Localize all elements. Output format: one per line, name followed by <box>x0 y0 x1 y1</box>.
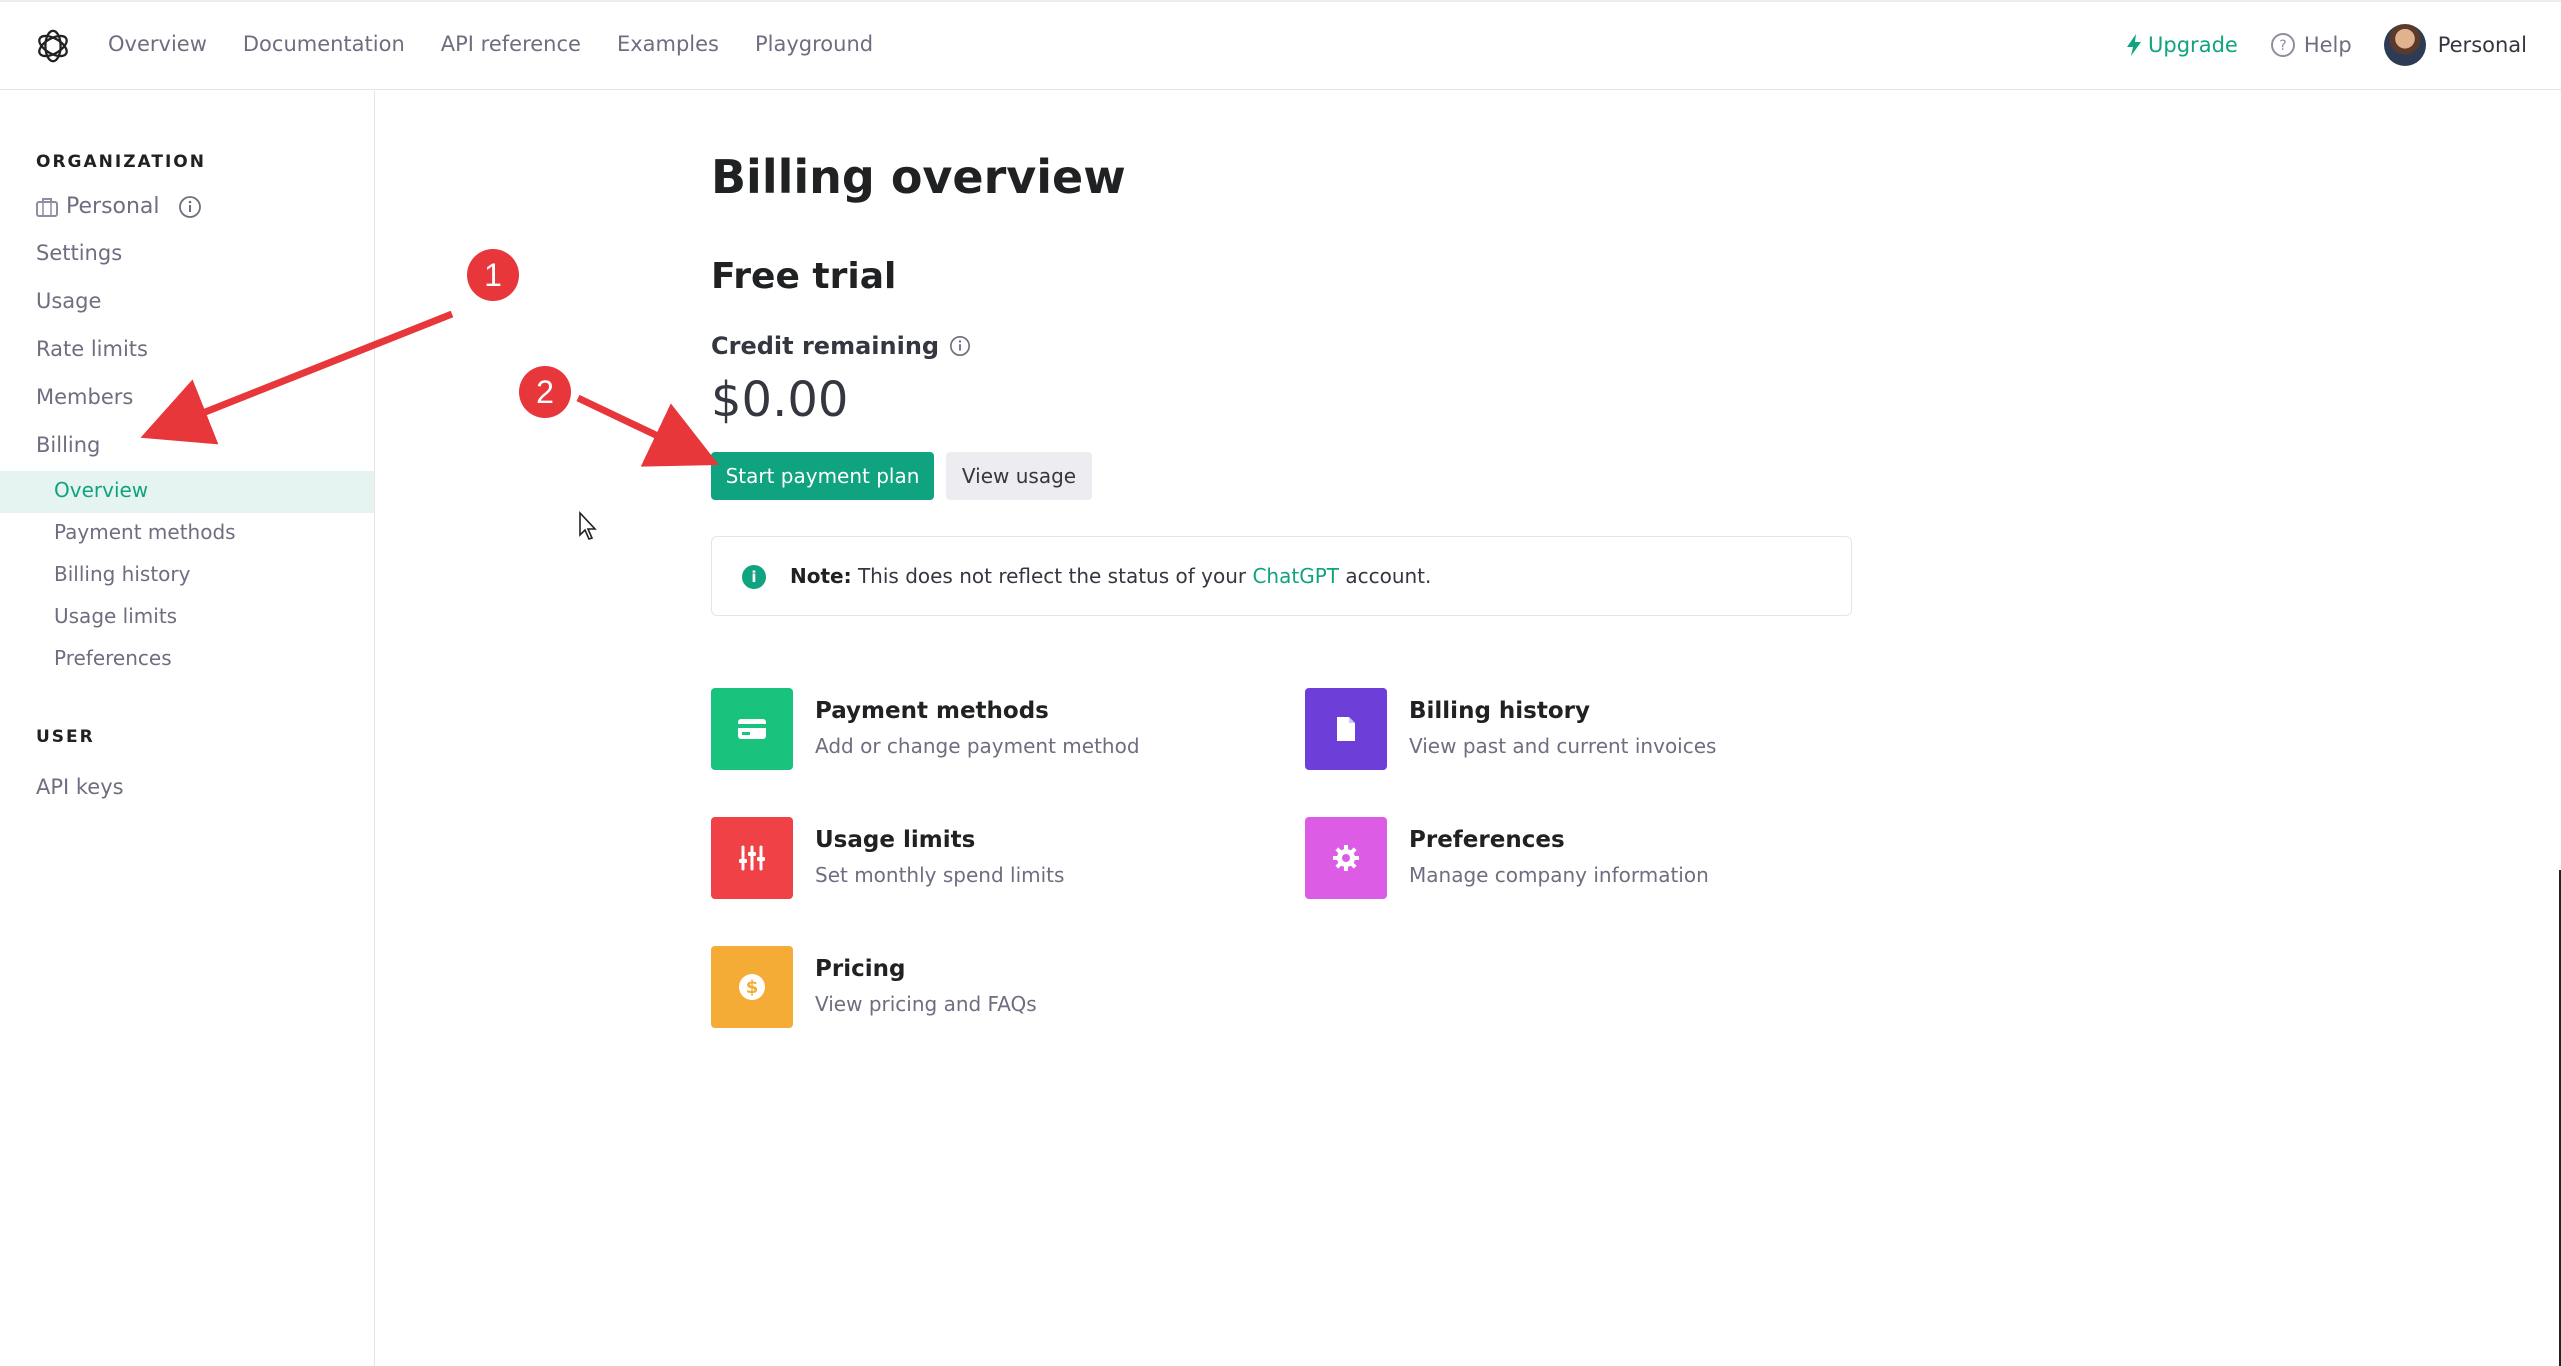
chatgpt-link[interactable]: ChatGPT <box>1252 564 1339 588</box>
main-nav: Overview Documentation API reference Exa… <box>108 32 873 56</box>
note-text-before: This does not reflect the status of your <box>857 564 1247 588</box>
card-pricing[interactable]: $ Pricing View pricing and FAQs <box>711 946 1271 1030</box>
sidebar-section-organization: ORGANIZATION <box>36 152 206 172</box>
svg-text:?: ? <box>2279 38 2286 54</box>
sidebar-subitem-billing-history[interactable]: Billing history <box>54 562 190 586</box>
card-title: Payment methods <box>815 698 1049 724</box>
sidebar: ORGANIZATION Personal Settings Usage Rat… <box>0 91 375 1366</box>
annotation-arrows <box>140 310 719 467</box>
card-payment-methods[interactable]: Payment methods Add or change payment me… <box>711 688 1271 772</box>
gear-icon <box>1305 817 1387 899</box>
top-navigation-bar: Overview Documentation API reference Exa… <box>0 0 2561 90</box>
document-icon <box>1305 688 1387 770</box>
note-banner: i Note: This does not reflect the status… <box>711 536 1852 616</box>
card-title: Preferences <box>1409 827 1565 853</box>
card-description: View pricing and FAQs <box>815 992 1037 1016</box>
account-menu[interactable]: Personal <box>2383 24 2527 66</box>
dollar-icon: $ <box>711 946 793 1028</box>
card-billing-history[interactable]: Billing history View past and current in… <box>1305 688 1865 772</box>
sidebar-item-usage[interactable]: Usage <box>36 289 101 313</box>
annotation-badge-1: 1 <box>467 249 519 301</box>
annotation-arrow-2 <box>576 394 719 467</box>
svg-text:$: $ <box>746 977 759 998</box>
nav-examples[interactable]: Examples <box>617 32 719 56</box>
page-title: Billing overview <box>711 150 1126 204</box>
credit-amount: $0.00 <box>711 372 849 428</box>
help-icon: ? <box>2270 33 2295 57</box>
card-description: Set monthly spend limits <box>815 863 1065 887</box>
nav-api-reference[interactable]: API reference <box>441 32 581 56</box>
credit-label-row: Credit remaining <box>711 332 971 360</box>
note-text: Note: This does not reflect the status o… <box>790 564 1431 588</box>
sidebar-subitem-preferences[interactable]: Preferences <box>54 646 172 670</box>
info-filled-icon: i <box>742 565 766 589</box>
help-link[interactable]: ? Help <box>2270 32 2352 58</box>
upgrade-label: Upgrade <box>2148 33 2238 57</box>
sidebar-subitem-overview-label: Overview <box>54 478 149 502</box>
sidebar-item-billing[interactable]: Billing <box>36 433 100 457</box>
card-description: Add or change payment method <box>815 734 1140 758</box>
sidebar-item-settings[interactable]: Settings <box>36 241 122 265</box>
card-usage-limits[interactable]: Usage limits Set monthly spend limits <box>711 817 1271 901</box>
credit-card-icon <box>711 688 793 770</box>
card-title: Pricing <box>815 956 906 982</box>
sliders-icon <box>711 817 793 899</box>
credit-label: Credit remaining <box>711 332 940 360</box>
card-preferences[interactable]: Preferences Manage company information <box>1305 817 1865 901</box>
info-icon[interactable] <box>178 195 202 219</box>
note-text-after: account. <box>1345 564 1432 588</box>
help-label: Help <box>2303 33 2352 57</box>
note-label: Note: <box>790 564 852 588</box>
mouse-cursor-icon <box>579 511 597 540</box>
sidebar-section-user: USER <box>36 727 95 747</box>
upgrade-link[interactable]: Upgrade <box>2126 33 2238 57</box>
top-right-menu: Upgrade ? Help Personal <box>2126 24 2527 66</box>
sidebar-subitem-overview[interactable]: Overview <box>0 471 374 513</box>
briefcase-icon <box>36 197 58 217</box>
card-description: Manage company information <box>1409 863 1709 887</box>
account-name: Personal <box>2437 33 2527 57</box>
nav-overview[interactable]: Overview <box>108 32 207 56</box>
lightning-icon <box>2127 34 2142 56</box>
annotation-badge-2: 2 <box>519 366 571 418</box>
org-name: Personal <box>66 194 160 219</box>
sidebar-org-personal[interactable]: Personal <box>36 194 202 219</box>
card-title: Billing history <box>1409 698 1590 724</box>
sidebar-subitem-payment-methods[interactable]: Payment methods <box>54 520 236 544</box>
sidebar-item-rate-limits[interactable]: Rate limits <box>36 337 148 361</box>
avatar <box>2383 24 2426 66</box>
nav-documentation[interactable]: Documentation <box>243 32 405 56</box>
openai-logo-icon[interactable] <box>34 27 72 65</box>
view-usage-button[interactable]: View usage <box>946 452 1092 500</box>
plan-heading: Free trial <box>711 256 897 297</box>
nav-playground[interactable]: Playground <box>755 32 873 56</box>
start-payment-plan-button[interactable]: Start payment plan <box>711 452 934 500</box>
sidebar-item-members[interactable]: Members <box>36 385 133 409</box>
sidebar-subitem-usage-limits[interactable]: Usage limits <box>54 604 177 628</box>
sidebar-item-api-keys[interactable]: API keys <box>36 775 124 799</box>
info-icon[interactable] <box>949 335 971 357</box>
card-title: Usage limits <box>815 827 976 853</box>
card-description: View past and current invoices <box>1409 734 1717 758</box>
